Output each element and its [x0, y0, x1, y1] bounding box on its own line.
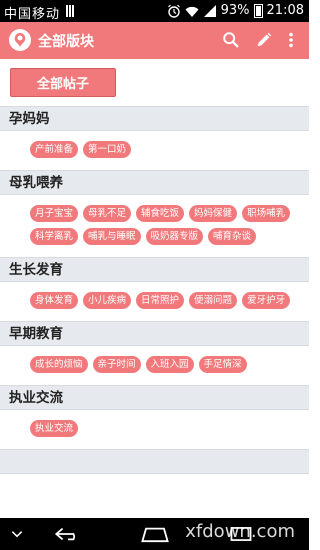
wifi-icon	[185, 6, 199, 17]
app-screen: 中国移动 93% 21:08 全部版块 全部帖子 孕妈妈 产前准备 第一口奶 母…	[0, 0, 309, 550]
carrier-name: 中国移动	[4, 7, 61, 22]
section-professional: 执业交流 执业交流	[0, 385, 309, 449]
tag-list: 产前准备 第一口奶	[0, 131, 309, 170]
tag-item[interactable]: 成长的烦恼	[30, 356, 88, 373]
tag-item[interactable]: 月子宝宝	[30, 205, 79, 222]
edit-icon[interactable]	[254, 30, 274, 50]
status-icons: 93% 21:08	[167, 3, 304, 18]
tag-item[interactable]: 母乳不足	[83, 205, 132, 222]
app-bar: 全部版块	[0, 22, 309, 59]
tag-item[interactable]: 入班入园	[145, 356, 194, 373]
tag-list: 月子宝宝 母乳不足 辅食吃饭 妈妈保健 职场哺乳 科学离乳 哺乳与睡眠 吸奶器专…	[0, 195, 309, 257]
status-bar: 中国移动 93% 21:08	[0, 0, 309, 22]
more-vert-icon[interactable]	[281, 30, 301, 50]
tag-list: 执业交流	[0, 410, 309, 449]
tag-item[interactable]: 辅食吃饭	[136, 205, 185, 222]
chevron-down-icon[interactable]	[8, 523, 26, 545]
tag-item[interactable]: 手足情深	[198, 356, 247, 373]
signal-icon	[203, 4, 216, 17]
tag-list: 成长的烦恼 亲子时间 入班入园 手足情深	[0, 346, 309, 385]
section-header-partial	[0, 449, 309, 474]
home-icon[interactable]	[138, 523, 172, 545]
section-title[interactable]: 执业交流	[0, 385, 309, 410]
tag-item[interactable]: 便溺问题	[189, 292, 238, 309]
board-list: 全部帖子 孕妈妈 产前准备 第一口奶 母乳喂养 月子宝宝 母乳不足 辅食吃饭 妈…	[0, 59, 309, 518]
app-logo-icon[interactable]	[9, 29, 31, 51]
battery-icon	[253, 3, 263, 18]
tag-item[interactable]: 第一口奶	[83, 141, 132, 158]
tag-item[interactable]: 日常照护	[136, 292, 185, 309]
tag-item[interactable]: 小儿疾病	[83, 292, 132, 309]
watermark-text: xfdown.com	[185, 521, 295, 542]
nav-bar: xfdown.com	[0, 518, 309, 550]
tag-item[interactable]: 哺育杂谈	[208, 228, 257, 245]
back-icon[interactable]	[52, 523, 84, 545]
alarm-icon	[167, 4, 180, 18]
section-early-education: 早期教育 成长的烦恼 亲子时间 入班入园 手足情深	[0, 321, 309, 385]
section-pregnancy: 孕妈妈 产前准备 第一口奶	[0, 106, 309, 170]
sections-container: 孕妈妈 产前准备 第一口奶 母乳喂养 月子宝宝 母乳不足 辅食吃饭 妈妈保健 职…	[0, 106, 309, 474]
tag-item[interactable]: 爱牙护牙	[242, 292, 291, 309]
all-posts-button[interactable]: 全部帖子	[10, 68, 116, 97]
tag-item[interactable]: 执业交流	[30, 420, 79, 437]
tag-item[interactable]: 产前准备	[30, 141, 79, 158]
tag-list: 身体发育 小儿疾病 日常照护 便溺问题 爱牙护牙	[0, 282, 309, 321]
tag-item[interactable]: 科学离乳	[30, 228, 79, 245]
clock: 21:08	[266, 3, 304, 18]
search-icon[interactable]	[221, 30, 241, 50]
tag-item[interactable]: 亲子时间	[92, 356, 141, 373]
sim-icon	[66, 5, 77, 17]
section-title[interactable]: 早期教育	[0, 321, 309, 346]
battery-percent: 93%	[220, 3, 250, 18]
page-title: 全部版块	[38, 34, 94, 50]
section-title[interactable]: 孕妈妈	[0, 106, 309, 131]
tag-item[interactable]: 身体发育	[30, 292, 79, 309]
tag-item[interactable]: 哺乳与睡眠	[83, 228, 141, 245]
section-breastfeeding: 母乳喂养 月子宝宝 母乳不足 辅食吃饭 妈妈保健 职场哺乳 科学离乳 哺乳与睡眠…	[0, 170, 309, 257]
tag-item[interactable]: 吸奶器专版	[145, 228, 204, 245]
section-growth: 生长发育 身体发育 小儿疾病 日常照护 便溺问题 爱牙护牙	[0, 257, 309, 321]
section-title[interactable]: 母乳喂养	[0, 170, 309, 195]
tag-item[interactable]: 妈妈保健	[189, 205, 238, 222]
tag-item[interactable]: 职场哺乳	[242, 205, 291, 222]
section-title[interactable]: 生长发育	[0, 257, 309, 282]
